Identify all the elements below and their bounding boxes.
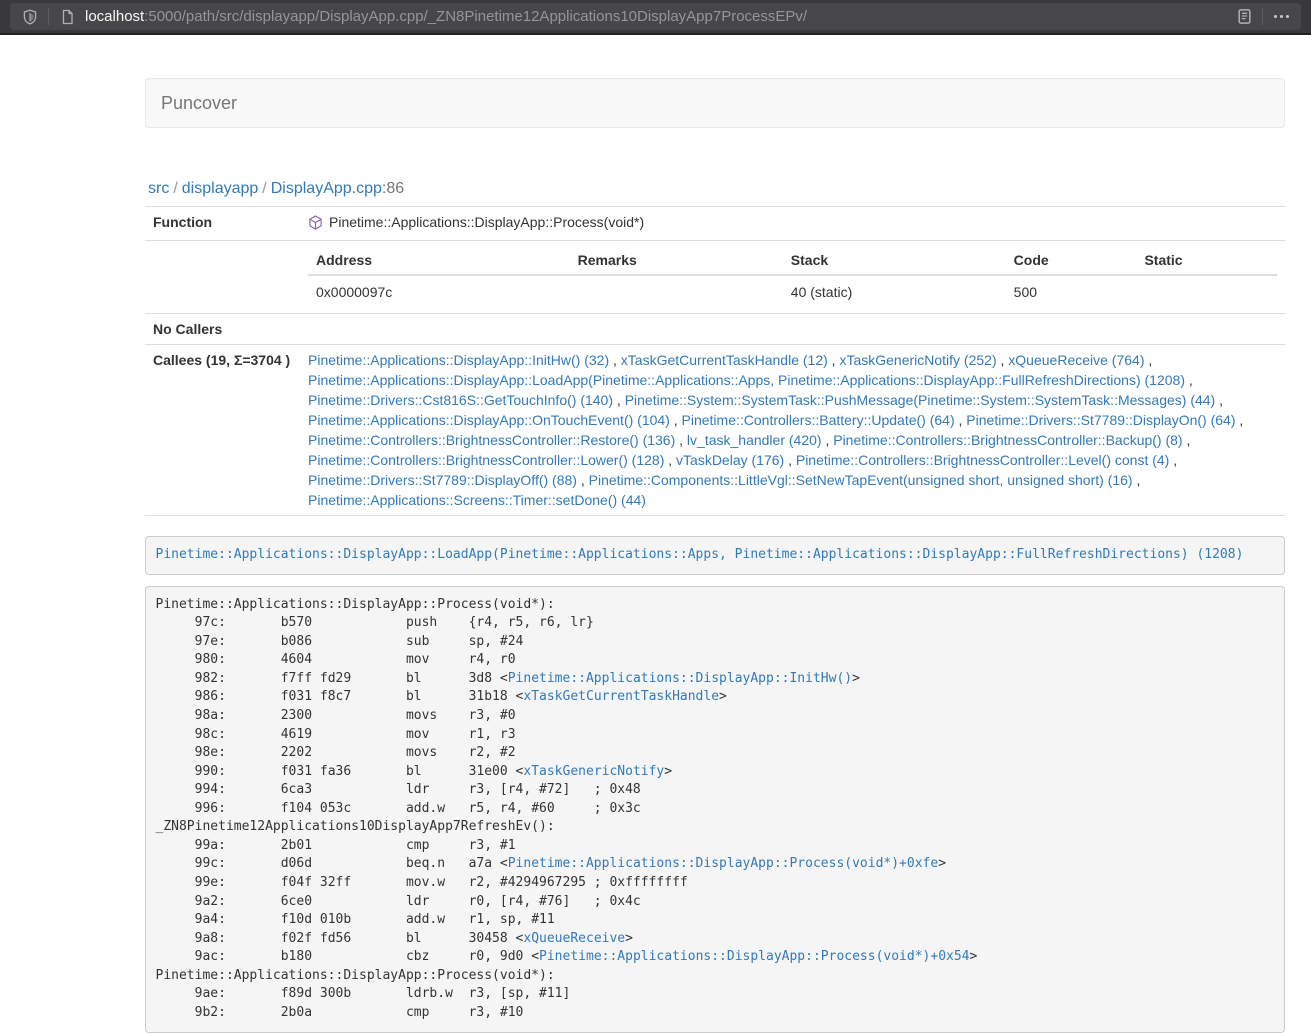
breadcrumb-separator: / (173, 180, 177, 197)
assembly-code: Pinetime::Applications::DisplayApp::Proc… (145, 586, 1285, 1033)
breadcrumb-link-src[interactable]: src (148, 180, 169, 197)
callee-separator: , (609, 352, 621, 368)
callee-link[interactable]: Pinetime::Controllers::Battery::Update()… (682, 412, 955, 428)
page-info-icon[interactable] (55, 5, 79, 29)
highlighted-callee-box: Pinetime::Applications::DisplayApp::Load… (145, 536, 1285, 575)
callee-separator: , (613, 392, 625, 408)
asm-symbol-link[interactable]: xQueueReceive (523, 931, 625, 946)
column-header-code: Code (1006, 246, 1137, 275)
callee-separator: , (997, 352, 1009, 368)
breadcrumb-link-file[interactable]: DisplayApp.cpp (271, 180, 382, 197)
callee-separator: , (784, 452, 796, 468)
column-header-static: Static (1136, 246, 1277, 275)
callee-link[interactable]: Pinetime::Controllers::BrightnessControl… (308, 432, 675, 448)
callee-separator: , (1215, 392, 1223, 408)
code-size-value: 500 (1006, 275, 1137, 308)
callee-separator: , (1169, 452, 1177, 468)
urlbar-divider (1262, 8, 1263, 25)
callee-link[interactable]: Pinetime::Applications::Screens::Timer::… (308, 492, 646, 508)
callee-link[interactable]: Pinetime::Applications::DisplayApp::Init… (308, 352, 609, 368)
callee-link[interactable]: lv_task_handler (420) (687, 432, 822, 448)
callee-separator: , (955, 412, 967, 428)
callee-separator: , (577, 472, 589, 488)
breadcrumb-link-displayapp[interactable]: displayapp (182, 180, 259, 197)
page-actions-menu-icon[interactable] (1269, 5, 1293, 29)
function-row-label: Function (145, 207, 300, 241)
column-header-stack: Stack (783, 246, 1006, 275)
stats-value-row: 0x0000097c 40 (static) 500 (308, 275, 1277, 308)
asm-symbol-link[interactable]: Pinetime::Applications::DisplayApp::Init… (508, 671, 852, 686)
callees-label: Callees (19, Σ=3704 ) (145, 345, 300, 516)
function-table: Function Pinetime::Applications::Display… (145, 206, 1285, 516)
stats-table: Address Remarks Stack Code Static 0x0000… (308, 246, 1277, 308)
function-name: Pinetime::Applications::DisplayApp::Proc… (329, 214, 644, 230)
function-row: Function Pinetime::Applications::Display… (145, 207, 1285, 241)
static-value (1136, 275, 1277, 308)
stats-row: Address Remarks Stack Code Static 0x0000… (145, 241, 1285, 314)
callee-separator: , (1133, 472, 1141, 488)
brand-link[interactable]: Puncover (161, 93, 237, 114)
column-header-remarks: Remarks (570, 246, 783, 275)
breadcrumb: src/displayapp/DisplayApp.cpp:86 (148, 178, 1285, 199)
callee-link[interactable]: xTaskGenericNotify (252) (839, 352, 996, 368)
package-icon (308, 215, 323, 235)
breadcrumb-line-number: :86 (382, 180, 404, 197)
address-value: 0x0000097c (308, 275, 570, 308)
callee-separator: , (1236, 412, 1244, 428)
callees-list: Pinetime::Applications::DisplayApp::Init… (308, 350, 1277, 510)
callee-link[interactable]: Pinetime::Drivers::Cst816S::GetTouchInfo… (308, 392, 613, 408)
urlbar-divider (48, 8, 49, 25)
asm-symbol-link[interactable]: Pinetime::Applications::DisplayApp::Proc… (539, 949, 969, 964)
callee-separator: , (1183, 432, 1191, 448)
reader-mode-icon[interactable] (1232, 5, 1256, 29)
callee-link[interactable]: Pinetime::Components::LittleVgl::SetNewT… (589, 472, 1133, 488)
callee-link[interactable]: Pinetime::Applications::DisplayApp::Load… (308, 372, 1185, 388)
callee-link[interactable]: Pinetime::System::SystemTask::PushMessag… (625, 392, 1216, 408)
url-hostname: localhost (85, 8, 144, 25)
callee-separator: , (1185, 372, 1193, 388)
page-container: Puncover src/displayapp/DisplayApp.cpp:8… (145, 35, 1285, 1033)
callee-link[interactable]: Pinetime::Drivers::St7789::DisplayOff() … (308, 472, 577, 488)
callee-separator: , (828, 352, 840, 368)
callee-link[interactable]: Pinetime::Controllers::BrightnessControl… (308, 452, 664, 468)
callee-link[interactable]: xTaskGetCurrentTaskHandle (12) (621, 352, 828, 368)
callee-separator: , (822, 432, 834, 448)
asm-symbol-link[interactable]: xTaskGenericNotify (523, 764, 664, 779)
callee-link[interactable]: Pinetime::Controllers::BrightnessControl… (796, 452, 1169, 468)
callee-link[interactable]: vTaskDelay (176) (676, 452, 784, 468)
breadcrumb-separator: / (262, 180, 266, 197)
remarks-value (570, 275, 783, 308)
callee-link[interactable]: Pinetime::Applications::DisplayApp::OnTo… (308, 412, 670, 428)
stack-value: 40 (static) (783, 275, 1006, 308)
loadapp-symbol-link[interactable]: Pinetime::Applications::DisplayApp::Load… (156, 547, 1244, 562)
url-bar[interactable]: localhost:5000/path/src/displayapp/Displ… (10, 3, 1301, 30)
callers-row: No Callers (145, 314, 1285, 345)
callee-separator: , (675, 432, 687, 448)
no-callers-label: No Callers (145, 314, 300, 345)
column-header-address: Address (308, 246, 570, 275)
callees-row: Callees (19, Σ=3704 ) Pinetime::Applicat… (145, 345, 1285, 516)
callee-link[interactable]: Pinetime::Drivers::St7789::DisplayOn() (… (966, 412, 1235, 428)
stats-header-row: Address Remarks Stack Code Static (308, 246, 1277, 275)
callee-separator: , (670, 412, 682, 428)
browser-toolbar: localhost:5000/path/src/displayapp/Displ… (0, 0, 1311, 35)
url-path: :5000/path/src/displayapp/DisplayApp.cpp… (144, 8, 807, 25)
callee-separator: , (664, 452, 676, 468)
asm-symbol-link[interactable]: xTaskGetCurrentTaskHandle (523, 689, 719, 704)
callee-link[interactable]: xQueueReceive (764) (1008, 352, 1144, 368)
shield-icon[interactable] (18, 5, 42, 29)
navbar: Puncover (145, 78, 1285, 128)
callee-separator: , (1144, 352, 1152, 368)
asm-symbol-link[interactable]: Pinetime::Applications::DisplayApp::Proc… (508, 856, 938, 871)
callee-link[interactable]: Pinetime::Controllers::BrightnessControl… (833, 432, 1182, 448)
url-text[interactable]: localhost:5000/path/src/displayapp/Displ… (85, 8, 1232, 25)
